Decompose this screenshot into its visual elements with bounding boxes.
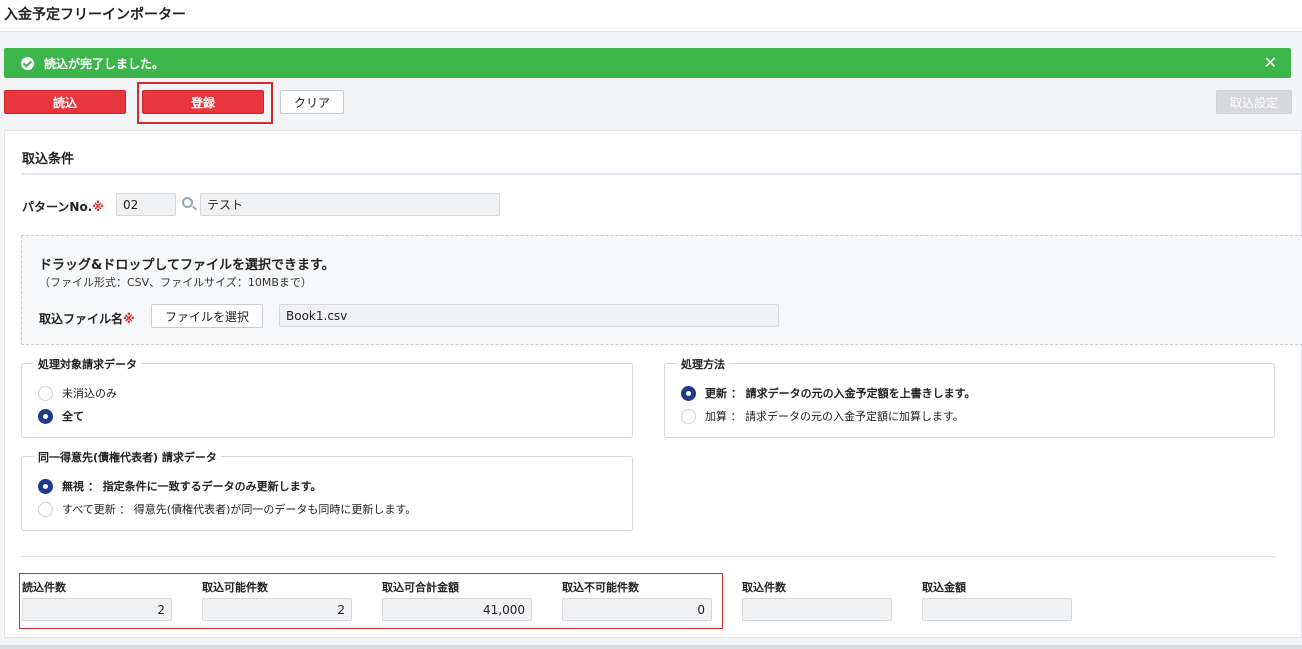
not-importable-field: 0 bbox=[562, 598, 712, 621]
radio-selected-icon bbox=[38, 408, 53, 424]
read-count-field: 2 bbox=[22, 598, 172, 621]
radio-add[interactable]: 加算 ： 請求データの元の入金予定額に加算します。 bbox=[681, 408, 964, 424]
target-data-group: 処理対象請求データ 未消込のみ 全て bbox=[21, 356, 633, 438]
importable-count-field: 2 bbox=[202, 598, 352, 621]
close-icon[interactable]: ✕ bbox=[1264, 53, 1277, 72]
import-amount-field bbox=[922, 598, 1072, 621]
select-file-button[interactable]: ファイルを選択 bbox=[151, 304, 263, 328]
import-count-label: 取込件数 bbox=[742, 581, 786, 594]
import-amount-label: 取込金額 bbox=[922, 581, 966, 594]
dropzone-title: ドラッグ&ドロップしてファイルを選択できます。 bbox=[39, 258, 335, 273]
pattern-label: パターンNo.※ bbox=[22, 200, 104, 214]
check-circle-icon bbox=[21, 56, 34, 70]
file-dropzone[interactable]: ドラッグ&ドロップしてファイルを選択できます。 （ファイル形式：CSV、ファイル… bbox=[21, 235, 1302, 345]
search-icon[interactable] bbox=[182, 197, 193, 208]
page-title: 入金予定フリーインポーター bbox=[4, 7, 186, 23]
success-alert: 読込が完了しました。 ✕ bbox=[4, 48, 1291, 78]
import-conditions-panel: 取込条件 パターンNo.※ 02 テスト ドラッグ&ドロップしてファイルを選択で… bbox=[4, 130, 1302, 638]
target-data-title: 処理対象請求データ bbox=[34, 356, 141, 372]
read-button[interactable]: 読込 bbox=[4, 90, 126, 114]
import-count-field bbox=[742, 598, 892, 621]
register-button[interactable]: 登録 bbox=[142, 90, 264, 114]
radio-selected-icon bbox=[38, 478, 53, 494]
radio-unreconciled[interactable]: 未消込のみ bbox=[38, 385, 117, 401]
section-title: 取込条件 bbox=[22, 152, 75, 167]
radio-update[interactable]: 更新 ： 請求データの元の入金予定額を上書きします。 bbox=[681, 385, 976, 401]
file-name-label: 取込ファイル名※ bbox=[39, 312, 135, 326]
not-importable-label: 取込不可能件数 bbox=[562, 581, 639, 594]
clear-button[interactable]: クリア bbox=[280, 90, 344, 114]
import-settings-button[interactable]: 取込設定 bbox=[1216, 90, 1292, 114]
same-customer-group: 同一得意先(債権代表者) 請求データ 無視 ： 指定条件に一致するデータのみ更新… bbox=[21, 449, 633, 531]
pattern-no-input[interactable]: 02 bbox=[116, 193, 176, 216]
stats-divider bbox=[21, 556, 1276, 557]
pattern-name-field: テスト bbox=[200, 193, 500, 216]
section-divider bbox=[22, 173, 1302, 175]
importable-total-field: 41,000 bbox=[382, 598, 532, 621]
importable-count-label: 取込可能件数 bbox=[202, 581, 268, 594]
alert-message: 読込が完了しました。 bbox=[44, 56, 165, 71]
required-mark: ※ bbox=[92, 200, 104, 214]
radio-update-all[interactable]: すべて更新 ： 得意先(債権代表者)が同一のデータも同時に更新します。 bbox=[38, 501, 416, 517]
importable-total-label: 取込可合計金額 bbox=[382, 581, 459, 594]
same-customer-title: 同一得意先(債権代表者) 請求データ bbox=[34, 449, 221, 465]
page-header: 入金予定フリーインポーター bbox=[0, 0, 1302, 32]
read-count-label: 読込件数 bbox=[22, 581, 66, 594]
radio-icon bbox=[38, 501, 53, 517]
bottom-bar bbox=[0, 645, 1302, 649]
method-group: 処理方法 更新 ： 請求データの元の入金予定額を上書きします。 加算 ： 請求デ… bbox=[664, 356, 1275, 438]
file-name-field: Book1.csv bbox=[279, 304, 779, 327]
radio-ignore[interactable]: 無視 ： 指定条件に一致するデータのみ更新します。 bbox=[38, 478, 322, 494]
dropzone-subtitle: （ファイル形式：CSV、ファイルサイズ：10MBまで） bbox=[39, 276, 312, 289]
radio-icon bbox=[38, 385, 53, 401]
radio-all[interactable]: 全て bbox=[38, 408, 84, 424]
radio-selected-icon bbox=[681, 385, 696, 401]
radio-icon bbox=[681, 408, 696, 424]
method-title: 処理方法 bbox=[677, 356, 729, 372]
